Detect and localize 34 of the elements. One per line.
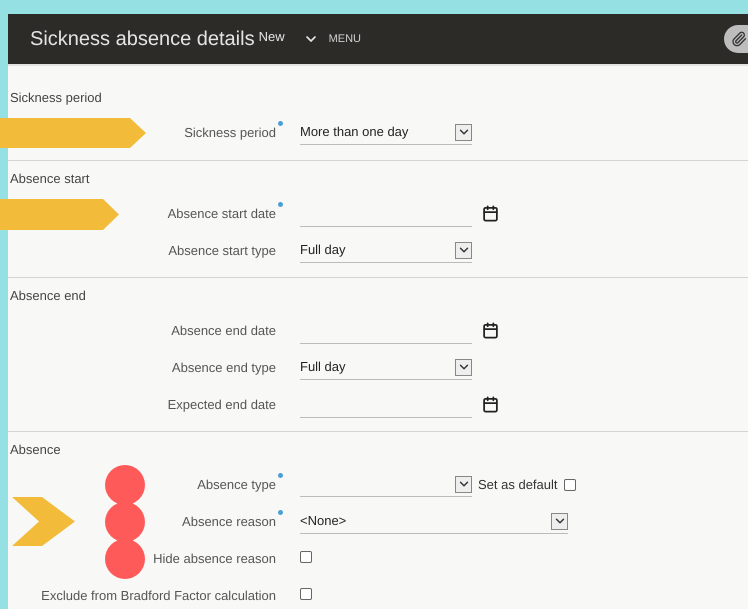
field-label: Sickness period (184, 122, 276, 142)
calendar-icon[interactable] (482, 396, 499, 413)
checkbox[interactable] (564, 478, 576, 490)
section-title: Absence end (9, 287, 87, 304)
set-default-label: Set as default (478, 476, 558, 494)
field-label: Absence reason (182, 512, 276, 532)
page-title: Sickness absence details (30, 27, 255, 52)
calendar-icon[interactable] (482, 322, 499, 339)
attachment-icon[interactable] (724, 25, 748, 53)
required-mark (278, 120, 283, 126)
field-label: Absence end type (172, 358, 276, 377)
dropdown[interactable]: More than one day (300, 120, 472, 144)
dropdown[interactable]: Full day (300, 238, 472, 262)
checkbox[interactable] (300, 588, 312, 600)
required-mark (278, 510, 283, 515)
field-label: Hide absence reason (153, 550, 276, 568)
calendar-icon[interactable] (482, 205, 499, 222)
checkbox[interactable] (300, 550, 312, 562)
field-label: Expected end date (168, 396, 276, 414)
required-mark (278, 472, 283, 478)
field-label: Absence start date (168, 204, 276, 224)
dropdown[interactable]: Full day (300, 356, 472, 380)
section-title: Sickness period (9, 89, 103, 106)
dropdown[interactable]: <None> (300, 510, 568, 534)
section-title: Absence (9, 441, 62, 458)
field-label: Absence end date (171, 322, 276, 340)
field-label: Absence start type (168, 242, 276, 260)
section-title: Absence start (9, 170, 90, 187)
required-mark (278, 202, 283, 207)
chevron-marker (12, 497, 75, 546)
field-label: Exclude from Bradford Factor calculation (41, 586, 276, 605)
status-label: New (258, 28, 285, 46)
field-label: Absence type (197, 474, 276, 494)
menu-button[interactable]: MENU (302, 30, 361, 48)
